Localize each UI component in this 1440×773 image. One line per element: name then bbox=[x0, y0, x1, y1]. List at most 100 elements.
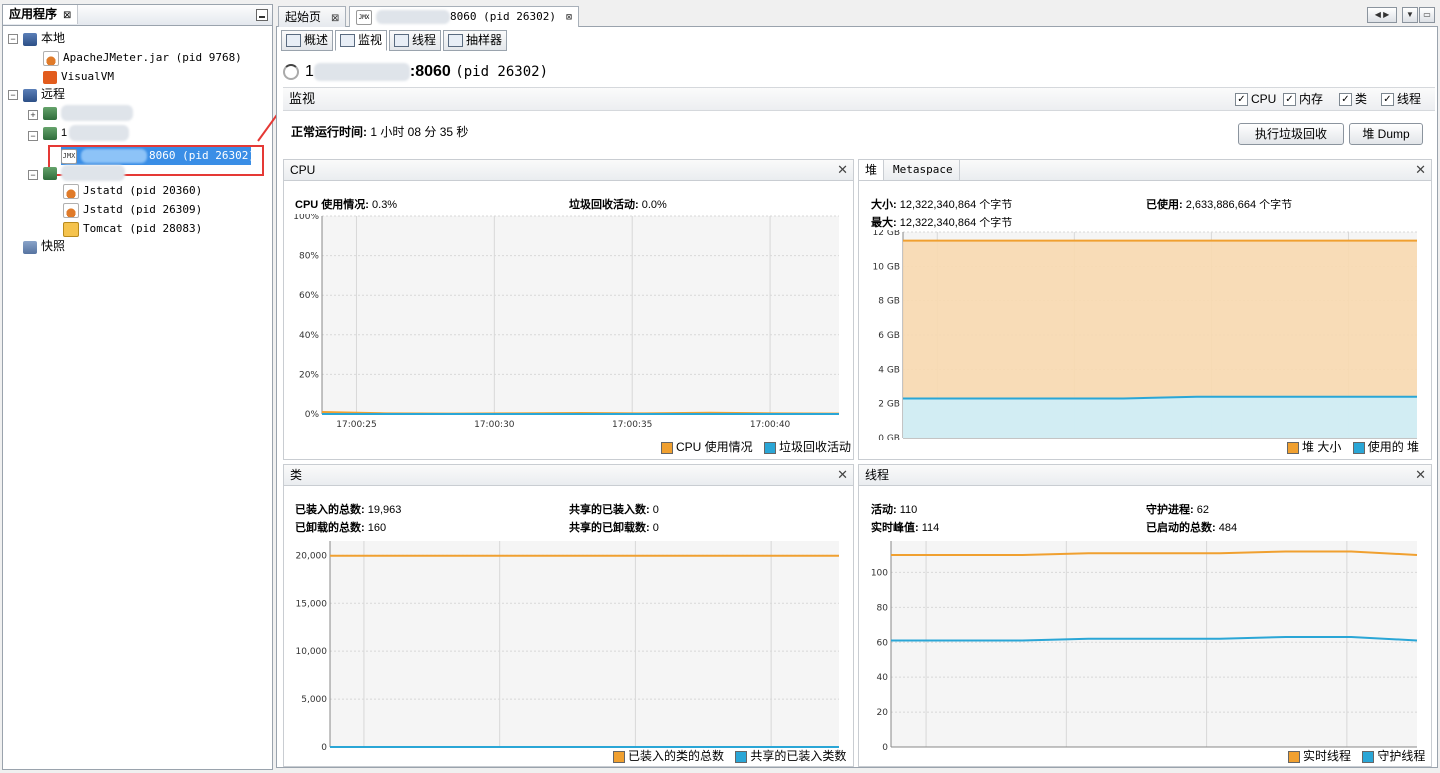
legend-loaded-label: 已装入的类的总数 bbox=[628, 749, 725, 763]
threads-started-label: 已启动的总数: bbox=[1146, 522, 1216, 534]
plot-area bbox=[891, 541, 1417, 747]
threads-live-label: 活动: bbox=[871, 504, 897, 516]
threads-legend: 实时线程 守护线程 bbox=[1288, 747, 1425, 764]
classes-loaded: 已装入的总数: 19,963 bbox=[295, 501, 401, 517]
classes-unloaded-label: 已卸载的总数: bbox=[295, 522, 365, 534]
threads-started: 已启动的总数: 484 bbox=[1146, 519, 1237, 535]
cpu-panel: CPU ✕ CPU 使用情况: 0.3% 垃圾回收活动: 0.0% 100% 80%… bbox=[283, 159, 854, 460]
checkbox-classes[interactable]: ✓ 类 bbox=[1339, 92, 1368, 107]
uptime-label: 正常运行时间: bbox=[291, 125, 367, 139]
sampler-icon bbox=[448, 34, 464, 48]
cpu-usage-label: CPU 使用情况: bbox=[295, 199, 369, 211]
checkbox-cpu-label: CPU bbox=[1251, 92, 1277, 106]
y-tick-label: 2 GB bbox=[878, 400, 900, 410]
cpu-usage-value: 0.3% bbox=[372, 199, 398, 211]
checkbox-memory[interactable]: ✓ 内存 bbox=[1283, 92, 1323, 107]
heap-dump-button[interactable]: 堆 Dump bbox=[1349, 123, 1423, 145]
y-tick-label: 20 bbox=[877, 708, 889, 718]
cpu-usage: CPU 使用情况: 0.3% bbox=[295, 196, 397, 212]
threads-chart: 10080604020017:00:2517:00:3017:00:3517:0… bbox=[871, 541, 1418, 751]
threads-icon bbox=[394, 34, 410, 48]
threads-daemon-label: 守护进程: bbox=[1146, 504, 1194, 516]
close-icon[interactable]: ✕ bbox=[837, 160, 848, 180]
tab-overview[interactable]: 概述 bbox=[281, 30, 334, 51]
tab-start-page-label: 起始页 bbox=[285, 10, 322, 24]
cpu-chart: 100% 80% 60% 40% 20% 0% 17:00:25 17:00:30 17:00:… bbox=[293, 214, 840, 430]
y-tick-label: 0 GB bbox=[878, 434, 900, 440]
legend-heap-size-label: 堆 大小 bbox=[1302, 440, 1342, 454]
classes-unloaded-value: 160 bbox=[367, 522, 387, 534]
classes-chart: 20,00015,00010,0005,000017:00:2517:00:30… bbox=[296, 541, 839, 751]
tab-process[interactable]: JMX 8060 (pid 26302) ⊠ bbox=[349, 6, 579, 28]
process-title-prefix: 1 bbox=[305, 63, 314, 80]
close-icon[interactable]: ✕ bbox=[1415, 465, 1426, 485]
heap-size-value: 12,322,340,864 个字节 bbox=[899, 199, 1013, 211]
legend-swatch-gc bbox=[764, 441, 777, 454]
legend-swatch-cpu bbox=[661, 441, 673, 454]
legend-daemon-label: 守护线程 bbox=[1377, 749, 1426, 763]
tab-overview-label: 概述 bbox=[304, 33, 329, 47]
legend-swatch-daemon bbox=[1362, 750, 1375, 763]
dropdown-icon[interactable]: ▼ bbox=[1402, 7, 1418, 23]
x-tick-label: 17:00:35 bbox=[612, 420, 652, 430]
checkbox-cpu[interactable]: ✓ CPU bbox=[1235, 92, 1277, 107]
threads-live-value: 110 bbox=[899, 504, 918, 516]
perform-gc-button[interactable]: 执行垃圾回收 bbox=[1238, 123, 1344, 145]
tab-monitor-label: 监视 bbox=[358, 33, 383, 47]
gc-activity-value: 0.0% bbox=[641, 199, 667, 211]
y-tick-label: 60% bbox=[299, 291, 319, 301]
tab-sampler[interactable]: 抽样器 bbox=[443, 30, 508, 51]
tab-start-page[interactable]: 起始页 ⊠ bbox=[278, 6, 347, 27]
process-view: 概述 监视 线程 抽样器 1:8060 (pid 26302) 监视 ✓ CPU ✓ 内存… bbox=[276, 27, 1438, 768]
restore-icon[interactable]: ▭ bbox=[1419, 7, 1435, 23]
close-icon[interactable]: ✕ bbox=[837, 465, 848, 485]
uptime-value: 1 小时 08 分 35 秒 bbox=[370, 125, 469, 139]
heap-chart: 12 GB10 GB8 GB6 GB4 GB2 GB0 GB17:00:2517… bbox=[873, 230, 1417, 440]
tab-heap[interactable]: 堆 bbox=[859, 160, 885, 180]
redacted-host bbox=[376, 10, 450, 24]
legend-swatch-shared bbox=[735, 750, 748, 763]
classes-legend: 已装入的类的总数 共享的已装入类数 bbox=[613, 747, 846, 764]
loading-icon bbox=[283, 63, 299, 80]
tab-metaspace[interactable]: Metaspace bbox=[887, 160, 960, 180]
y-tick-label: 10 GB bbox=[873, 262, 900, 272]
threads-daemon: 守护进程: 62 bbox=[1146, 501, 1209, 517]
heap-legend: 堆 大小 使用的 堆 bbox=[1287, 438, 1419, 455]
legend-swatch-used-heap bbox=[1352, 441, 1365, 454]
threads-panel: 线程 ✕ 活动: 110 实时峰值: 114 守护进程: 62 已启动的总数: 4… bbox=[858, 464, 1432, 767]
y-tick-label: 0 bbox=[882, 743, 888, 751]
shared-loaded-label: 共享的已装入数: bbox=[569, 504, 650, 516]
y-tick-label: 40 bbox=[877, 673, 889, 683]
legend-used-heap-label: 使用的 堆 bbox=[1367, 440, 1420, 454]
heap-max-label: 最大: bbox=[871, 217, 897, 229]
checkbox-threads[interactable]: ✓ 线程 bbox=[1381, 92, 1421, 107]
jmx-icon: JMX bbox=[356, 9, 372, 25]
cpu-panel-header: CPU ✕ bbox=[284, 160, 853, 181]
tab-sampler-label: 抽样器 bbox=[466, 33, 503, 47]
tab-threads[interactable]: 线程 bbox=[389, 30, 442, 51]
classes-loaded-value: 19,963 bbox=[367, 504, 402, 516]
cpu-panel-title: CPU bbox=[290, 163, 316, 177]
heap-used-value: 2,633,886,664 个字节 bbox=[1185, 199, 1293, 211]
scroll-tabs-icon[interactable]: ◀ ▶ bbox=[1367, 7, 1397, 23]
document-tabs: 起始页 ⊠ JMX 8060 (pid 26302) ⊠ ◀ ▶ ▼ ▭ bbox=[276, 4, 1438, 28]
checkbox-icon: ✓ bbox=[1381, 93, 1394, 107]
close-icon[interactable]: ⊠ bbox=[331, 13, 339, 24]
legend-swatch-live bbox=[1288, 750, 1300, 763]
checkbox-classes-label: 类 bbox=[1355, 92, 1368, 106]
close-icon[interactable]: ✕ bbox=[1415, 160, 1426, 180]
heap-max-value: 12,322,340,864 个字节 bbox=[899, 217, 1013, 229]
tab-process-label: 8060 (pid 26302) bbox=[450, 10, 556, 23]
heap-size: 大小: 12,322,340,864 个字节 bbox=[871, 196, 1012, 212]
classes-unloaded: 已卸载的总数: 160 bbox=[295, 519, 386, 535]
close-icon[interactable]: ⊠ bbox=[566, 12, 572, 23]
tab-monitor[interactable]: 监视 bbox=[335, 30, 388, 51]
y-tick-label: 60 bbox=[877, 638, 889, 648]
shared-loaded-value: 0 bbox=[652, 504, 659, 516]
x-tick-label: 17:00:25 bbox=[336, 420, 376, 430]
threads-panel-header: 线程 ✕ bbox=[859, 465, 1431, 486]
redacted-host bbox=[313, 62, 410, 81]
threads-peak-label: 实时峰值: bbox=[871, 522, 919, 534]
checkbox-icon: ✓ bbox=[1235, 93, 1248, 107]
monitor-title: 监视 bbox=[289, 91, 316, 106]
